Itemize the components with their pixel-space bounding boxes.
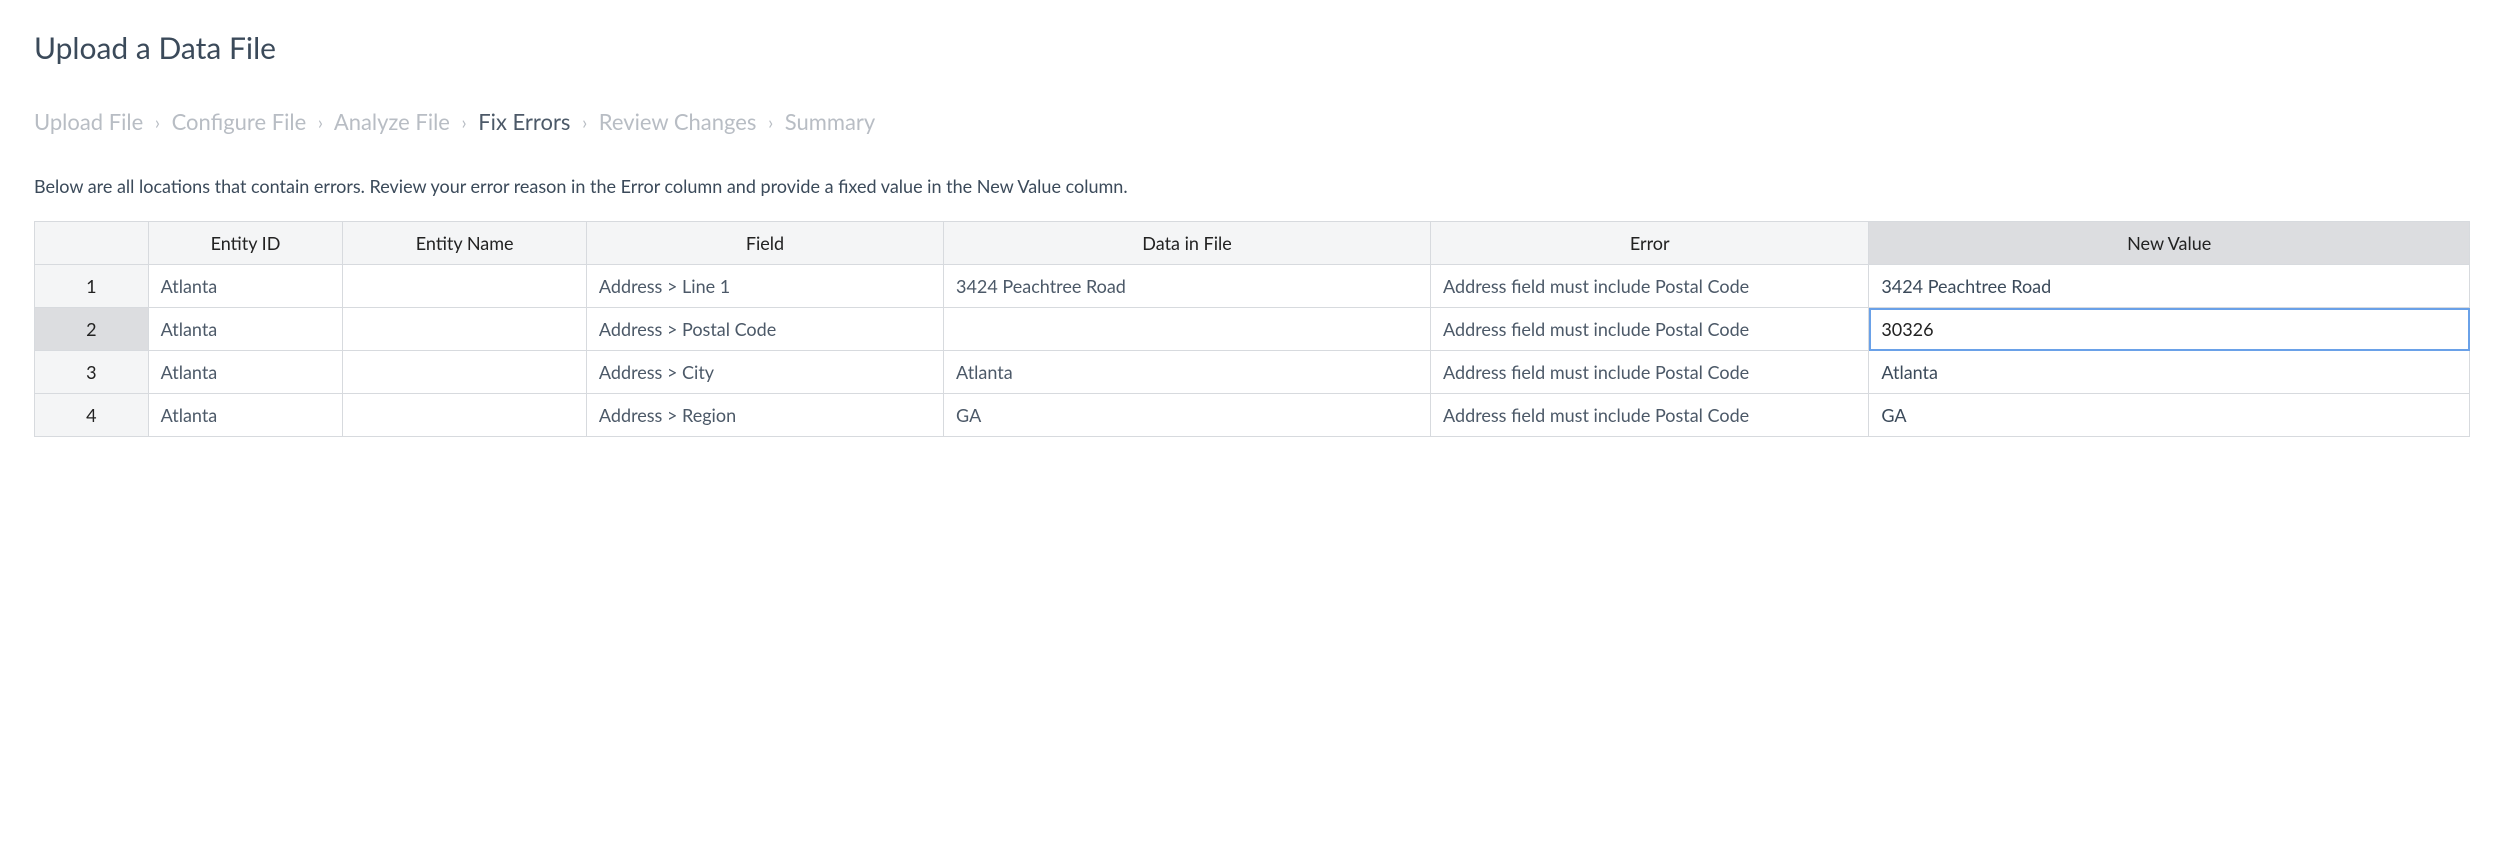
cell-new-value[interactable]: GA xyxy=(1869,394,2470,437)
col-header-field: Field xyxy=(586,222,943,265)
cell-entity-name xyxy=(343,308,587,351)
cell-entity-id: Atlanta xyxy=(148,351,343,394)
cell-data xyxy=(944,308,1431,351)
breadcrumb-step-review-changes[interactable]: Review Changes xyxy=(599,108,757,135)
chevron-right-icon: › xyxy=(149,111,166,133)
cell-field: Address > City xyxy=(586,351,943,394)
chevron-right-icon: › xyxy=(456,111,473,133)
table-row: 2 Atlanta Address > Postal Code Address … xyxy=(35,308,2470,351)
instructions-text: Below are all locations that contain err… xyxy=(34,175,2470,197)
cell-new-value[interactable]: Atlanta xyxy=(1869,351,2470,394)
breadcrumb-step-analyze-file[interactable]: Analyze File xyxy=(334,108,450,135)
cell-error: Address field must include Postal Code xyxy=(1431,308,1869,351)
col-header-entity-id: Entity ID xyxy=(148,222,343,265)
table-row: 3 Atlanta Address > City Atlanta Address… xyxy=(35,351,2470,394)
breadcrumb: Upload File › Configure File › Analyze F… xyxy=(34,108,2470,135)
chevron-right-icon: › xyxy=(576,111,593,133)
col-header-entity-name: Entity Name xyxy=(343,222,587,265)
cell-entity-id: Atlanta xyxy=(148,394,343,437)
cell-data: Atlanta xyxy=(944,351,1431,394)
col-header-rownum xyxy=(35,222,149,265)
cell-rownum: 4 xyxy=(35,394,149,437)
cell-entity-id: Atlanta xyxy=(148,308,343,351)
breadcrumb-step-fix-errors[interactable]: Fix Errors xyxy=(478,108,570,135)
cell-error: Address field must include Postal Code xyxy=(1431,265,1869,308)
table-header-row: Entity ID Entity Name Field Data in File… xyxy=(35,222,2470,265)
cell-entity-name xyxy=(343,351,587,394)
cell-field: Address > Postal Code xyxy=(586,308,943,351)
cell-data: GA xyxy=(944,394,1431,437)
cell-new-value[interactable]: 3424 Peachtree Road xyxy=(1869,265,2470,308)
errors-table: Entity ID Entity Name Field Data in File… xyxy=(34,221,2470,437)
table-row: 1 Atlanta Address > Line 1 3424 Peachtre… xyxy=(35,265,2470,308)
cell-rownum: 3 xyxy=(35,351,149,394)
cell-field: Address > Line 1 xyxy=(586,265,943,308)
cell-entity-id: Atlanta xyxy=(148,265,343,308)
page-title: Upload a Data File xyxy=(34,30,2470,66)
breadcrumb-step-configure-file[interactable]: Configure File xyxy=(172,108,307,135)
cell-entity-name xyxy=(343,265,587,308)
cell-error: Address field must include Postal Code xyxy=(1431,394,1869,437)
chevron-right-icon: › xyxy=(762,111,779,133)
col-header-data: Data in File xyxy=(944,222,1431,265)
chevron-right-icon: › xyxy=(312,111,329,133)
breadcrumb-step-summary[interactable]: Summary xyxy=(785,108,875,135)
breadcrumb-step-upload-file[interactable]: Upload File xyxy=(34,108,143,135)
table-row: 4 Atlanta Address > Region GA Address fi… xyxy=(35,394,2470,437)
cell-data: 3424 Peachtree Road xyxy=(944,265,1431,308)
cell-field: Address > Region xyxy=(586,394,943,437)
cell-rownum: 2 xyxy=(35,308,149,351)
cell-rownum: 1 xyxy=(35,265,149,308)
cell-entity-name xyxy=(343,394,587,437)
cell-error: Address field must include Postal Code xyxy=(1431,351,1869,394)
col-header-new-value: New Value xyxy=(1869,222,2470,265)
col-header-error: Error xyxy=(1431,222,1869,265)
cell-new-value[interactable]: 30326 xyxy=(1869,308,2470,351)
